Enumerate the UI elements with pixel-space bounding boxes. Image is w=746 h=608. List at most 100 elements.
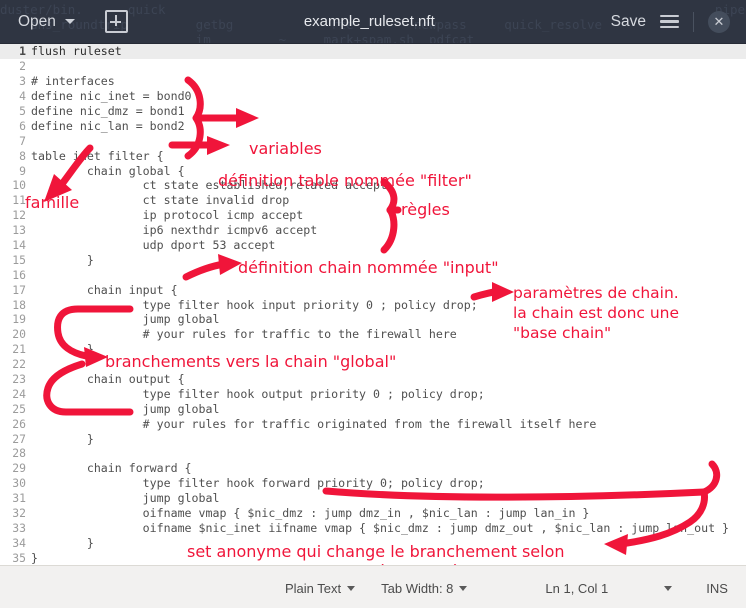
chevron-down-icon[interactable]	[664, 585, 673, 591]
code-line[interactable]: 27 }	[0, 431, 746, 446]
line-number: 16	[12, 267, 26, 282]
line-text[interactable]: define nic_inet = bond0	[31, 89, 192, 103]
line-number: 32	[12, 506, 26, 521]
code-line[interactable]: 7	[0, 133, 746, 148]
line-number: 26	[12, 416, 26, 431]
line-text[interactable]: type filter hook output priority 0 ; pol…	[31, 387, 485, 401]
line-text[interactable]: }	[31, 551, 38, 565]
code-editor[interactable]: 1 flush ruleset 2 3 # interfaces 4 define nic_…	[0, 44, 746, 565]
tab-width-selector[interactable]: Tab Width: 8	[381, 581, 468, 596]
line-text[interactable]: # your rules for traffic originated from…	[31, 417, 597, 431]
code-line[interactable]: 31 jump global	[0, 491, 746, 506]
line-text[interactable]: flush ruleset	[31, 44, 122, 58]
code-line[interactable]: 32 oifname vmap { $nic_dmz : jump dmz_in…	[0, 506, 746, 521]
code-lines[interactable]: 1 flush ruleset 2 3 # interfaces 4 define nic_…	[0, 44, 746, 565]
code-line[interactable]: 15 }	[0, 252, 746, 267]
code-line[interactable]: 22	[0, 357, 746, 372]
line-text[interactable]: }	[31, 432, 94, 446]
code-line[interactable]: 16	[0, 267, 746, 282]
code-line[interactable]: 20 # your rules for traffic to the firew…	[0, 327, 746, 342]
code-line[interactable]: 9 chain global {	[0, 163, 746, 178]
line-number: 31	[12, 491, 26, 506]
code-line[interactable]: 4 define nic_inet = bond0	[0, 89, 746, 104]
code-line[interactable]: 18 type filter hook input priority 0 ; p…	[0, 297, 746, 312]
code-line[interactable]: 24 type filter hook output priority 0 ; …	[0, 386, 746, 401]
title-bar: duster/bin. quick pipe y dns_roundtrip g…	[0, 0, 746, 44]
line-text[interactable]: # your rules for traffic to the firewall…	[31, 327, 457, 341]
line-text[interactable]: oifname vmap { $nic_dmz : jump dmz_in , …	[31, 506, 590, 520]
titlebar-divider	[693, 11, 694, 32]
line-text[interactable]: ct state established,related accept	[31, 178, 387, 192]
line-text[interactable]: chain forward {	[31, 461, 192, 475]
code-line[interactable]: 1 flush ruleset	[0, 44, 746, 59]
hamburger-menu-icon[interactable]	[660, 14, 679, 29]
line-text[interactable]: type filter hook forward priority 0; pol…	[31, 476, 485, 490]
code-line[interactable]: 25 jump global	[0, 401, 746, 416]
code-line[interactable]: 35}	[0, 550, 746, 565]
code-line[interactable]: 5 define nic_dmz = bond1	[0, 104, 746, 119]
line-number: 23	[12, 372, 26, 387]
code-line[interactable]: 33 oifname $nic_inet iifname vmap { $nic…	[0, 521, 746, 536]
line-text[interactable]: chain global {	[31, 164, 185, 178]
line-text[interactable]: chain output {	[31, 372, 185, 386]
window-title: example_ruleset.nft	[303, 13, 435, 30]
code-line[interactable]: 14 udp dport 53 accept	[0, 238, 746, 253]
code-line[interactable]: 11 ct state invalid drop	[0, 193, 746, 208]
line-text[interactable]: define nic_lan = bond2	[31, 119, 185, 133]
code-line[interactable]: 6 define nic_lan = bond2	[0, 118, 746, 133]
line-number: 29	[12, 461, 26, 476]
line-text[interactable]: type filter hook input priority 0 ; poli…	[31, 298, 478, 312]
code-line[interactable]: 10 ct state established,related accept	[0, 178, 746, 193]
code-line[interactable]: 19 jump global	[0, 312, 746, 327]
line-number: 4	[19, 89, 26, 104]
open-button[interactable]: Open	[18, 13, 75, 31]
line-text[interactable]: chain input {	[31, 283, 178, 297]
line-number: 13	[12, 223, 26, 238]
code-line[interactable]: 12 ip protocol icmp accept	[0, 208, 746, 223]
line-text[interactable]: oifname $nic_inet iifname vmap { $nic_dm…	[31, 521, 729, 535]
code-line[interactable]: 34 }	[0, 535, 746, 550]
chevron-down-icon[interactable]	[459, 585, 468, 591]
chevron-down-icon[interactable]	[347, 585, 356, 591]
chevron-down-icon[interactable]	[64, 19, 75, 24]
code-line[interactable]: 17 chain input {	[0, 282, 746, 297]
line-text[interactable]: jump global	[31, 491, 220, 505]
line-text[interactable]: ip protocol icmp accept	[31, 208, 304, 222]
line-text[interactable]: }	[31, 342, 94, 356]
cursor-position[interactable]: Ln 1, Col 1	[545, 581, 608, 596]
save-button[interactable]: Save	[611, 13, 646, 31]
line-text[interactable]: jump global	[31, 402, 220, 416]
line-text[interactable]: jump global	[31, 312, 220, 326]
code-line[interactable]: 26 # your rules for traffic originated f…	[0, 416, 746, 431]
line-number: 6	[19, 118, 26, 133]
new-document-icon[interactable]	[104, 10, 128, 33]
code-line[interactable]: 28	[0, 446, 746, 461]
code-line[interactable]: 8 table inet filter {	[0, 148, 746, 163]
close-icon[interactable]: ✕	[708, 10, 730, 33]
code-line[interactable]: 3 # interfaces	[0, 74, 746, 89]
line-number: 28	[12, 446, 26, 461]
line-text[interactable]: ct state invalid drop	[31, 193, 290, 207]
language-selector[interactable]: Plain Text	[285, 580, 356, 596]
code-line[interactable]: 30 type filter hook forward priority 0; …	[0, 476, 746, 491]
code-line[interactable]: 2	[0, 59, 746, 74]
line-text[interactable]: udp dport 53 accept	[31, 238, 276, 252]
code-line[interactable]: 21 }	[0, 342, 746, 357]
cursor-position-label: Ln 1, Col 1	[545, 580, 609, 596]
line-text[interactable]: }	[31, 253, 94, 267]
line-text[interactable]: # interfaces	[31, 74, 115, 88]
code-line[interactable]: 23 chain output {	[0, 372, 746, 387]
line-text[interactable]: ip6 nexthdr icmpv6 accept	[31, 223, 318, 237]
line-number: 5	[19, 104, 26, 118]
line-text[interactable]: }	[31, 536, 94, 550]
line-number: 33	[12, 520, 26, 535]
code-line[interactable]: 13 ip6 nexthdr icmpv6 accept	[0, 223, 746, 238]
line-text[interactable]: define nic_dmz = bond1	[31, 104, 185, 118]
language-label: Plain Text	[285, 580, 342, 596]
line-number: 7	[19, 133, 26, 148]
line-number: 27	[12, 431, 26, 446]
line-number: 17	[12, 282, 26, 297]
line-number: 1	[19, 44, 26, 59]
line-text[interactable]: table inet filter {	[31, 149, 164, 163]
code-line[interactable]: 29 chain forward {	[0, 461, 746, 476]
